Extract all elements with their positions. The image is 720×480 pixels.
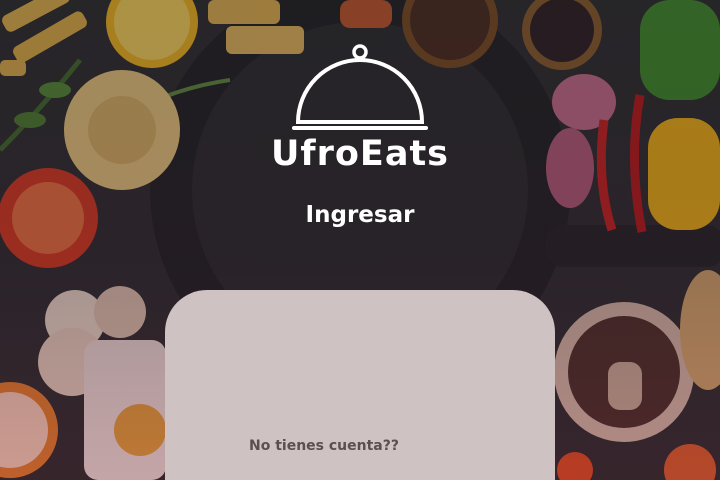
login-screen: UfroEats Ingresar No tienes cuenta?? [0, 0, 720, 480]
login-heading: Ingresar [305, 202, 415, 228]
signup-prompt-link[interactable]: No tienes cuenta?? [249, 436, 399, 456]
app-title: UfroEats [270, 134, 450, 174]
login-card: No tienes cuenta?? [165, 290, 555, 480]
cloche-icon [292, 44, 428, 130]
